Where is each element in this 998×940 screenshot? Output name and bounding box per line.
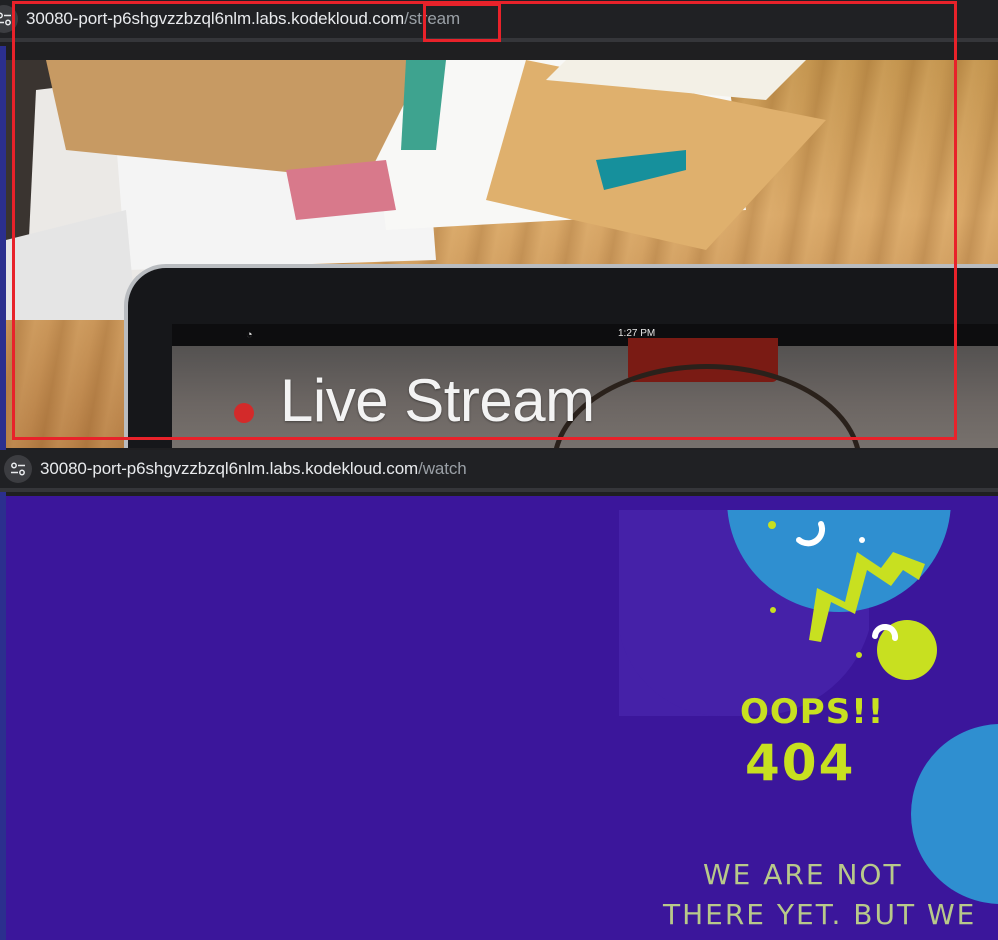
bottom-address-bar[interactable]: 30080-port-p6shgvzzbzql6nlm.labs.kodeklo…	[0, 450, 998, 492]
error-page: OOPS!! 404 We are not there yet. But we	[6, 496, 998, 940]
laptop: ◔ 1:27 PM Live Stream	[124, 264, 998, 448]
url-host: 30080-port-p6shgvzzbzql6nlm.labs.kodeklo…	[26, 9, 405, 28]
live-stream-image: ◔ 1:27 PM Live Stream	[6, 60, 998, 448]
address-url[interactable]: 30080-port-p6shgvzzbzql6nlm.labs.kodeklo…	[26, 9, 460, 29]
site-info-icon[interactable]	[0, 5, 18, 33]
url-path: /stream	[404, 9, 461, 28]
basketball-hoop	[552, 364, 862, 448]
error-code: 404	[745, 734, 856, 792]
device-status-bar: ◔ 1:27 PM	[172, 324, 998, 346]
live-stream-title: Live Stream	[280, 367, 595, 434]
live-indicator-icon	[234, 403, 254, 423]
error-oops-label: OOPS!!	[740, 692, 885, 732]
url-host: 30080-port-p6shgvzzbzql6nlm.labs.kodeklo…	[40, 459, 419, 478]
url-path: /watch	[418, 459, 467, 478]
wifi-icon: ◔	[246, 329, 253, 341]
site-info-icon[interactable]	[4, 455, 32, 483]
laptop-screen: ◔ 1:27 PM Live Stream	[172, 324, 998, 448]
top-address-bar[interactable]: 30080-port-p6shgvzzbzql6nlm.labs.kodeklo…	[0, 0, 998, 42]
address-url[interactable]: 30080-port-p6shgvzzbzql6nlm.labs.kodeklo…	[40, 459, 467, 479]
error-message-line: there yet. But we	[663, 898, 977, 931]
error-message-line: We are not	[703, 858, 903, 891]
